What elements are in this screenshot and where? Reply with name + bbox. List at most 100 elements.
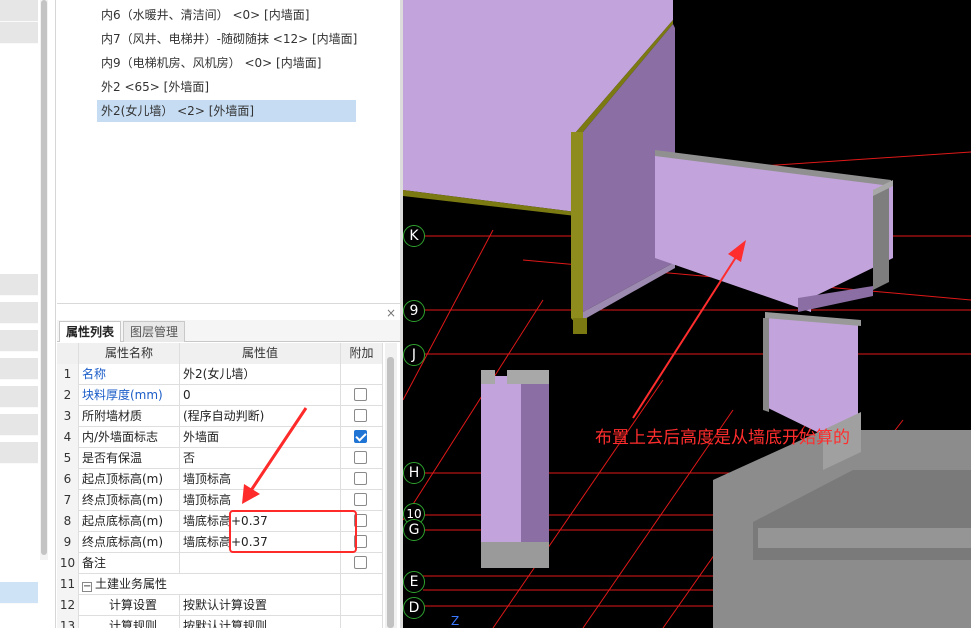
- component-tree: 内6（水暖井、清洁间） <0> [内墙面] 内7（风井、电梯井）-随砌随抹 <1…: [57, 0, 400, 304]
- property-row[interactable]: 1 名称 外2(女儿墙）: [57, 364, 383, 385]
- property-name: 终点底标高(m): [79, 532, 180, 553]
- checkbox[interactable]: [354, 556, 367, 569]
- property-row[interactable]: 13 计算规则 按默认计算规则: [57, 616, 383, 628]
- nav-item[interactable]: [0, 22, 38, 44]
- checkbox[interactable]: [354, 388, 367, 401]
- property-row[interactable]: 7 终点顶标高(m) 墙顶标高: [57, 490, 383, 511]
- tree-item[interactable]: 内7（风井、电梯井）-随砌随抹 <12> [内墙面]: [97, 28, 361, 50]
- property-name: 名称: [79, 364, 180, 385]
- checkbox[interactable]: [354, 535, 367, 548]
- property-row[interactable]: 5 是否有保温否: [57, 448, 383, 469]
- axis-label: J: [403, 344, 425, 366]
- column-base: [481, 542, 549, 568]
- property-scrollbar[interactable]: [385, 343, 397, 628]
- left-scrollbar[interactable]: [40, 0, 48, 560]
- tree-item[interactable]: 内9（电梯机房、风机房） <0> [内墙面]: [97, 52, 325, 74]
- nav-item-selected[interactable]: [0, 582, 38, 604]
- property-value[interactable]: 按默认计算规则: [180, 616, 341, 628]
- checkbox-checked[interactable]: [354, 430, 367, 443]
- property-name: 起点底标高(m): [79, 511, 180, 532]
- scrollbar-thumb[interactable]: [41, 0, 47, 555]
- property-name: 块料厚度(mm): [79, 385, 180, 406]
- property-name: 起点顶标高(m): [79, 469, 180, 490]
- left-nav-strip: [0, 0, 56, 628]
- property-value[interactable]: 墙底标高+0.37: [180, 532, 341, 553]
- tree-item-selected[interactable]: 外2(女儿墙） <2> [外墙面]: [97, 100, 356, 122]
- checkbox[interactable]: [354, 514, 367, 527]
- property-row[interactable]: 6 起点顶标高(m) 墙顶标高: [57, 469, 383, 490]
- 3d-viewport[interactable]: K 9 J H 10 G E D 布置上去后高度是从墙底开始算的 Z: [403, 0, 971, 628]
- property-value[interactable]: 按默认计算设置: [180, 595, 341, 616]
- property-row[interactable]: 8 起点底标高(m) 墙底标高+0.37: [57, 511, 383, 532]
- axis-label: 9: [403, 300, 425, 322]
- axis-label: D: [403, 597, 425, 619]
- property-value[interactable]: 墙底标高+0.37: [180, 511, 341, 532]
- property-name: 内/外墙面标志: [79, 427, 180, 448]
- property-tabs: 属性列表 图层管理: [57, 320, 400, 342]
- extra-cell: [341, 511, 383, 532]
- row-number: 10: [57, 553, 79, 574]
- property-row[interactable]: 10 备注: [57, 553, 383, 574]
- extra-cell: [341, 448, 383, 469]
- nav-item[interactable]: [0, 0, 38, 22]
- extra-cell: [341, 553, 383, 574]
- extra-cell: [341, 595, 383, 616]
- checkbox[interactable]: [354, 409, 367, 422]
- gray-wall-band: [758, 528, 971, 548]
- nav-item[interactable]: [0, 274, 38, 296]
- property-value[interactable]: 外2(女儿墙）: [180, 364, 341, 385]
- property-row[interactable]: 3 所附墙材质 (程序自动判断): [57, 406, 383, 427]
- row-number: 12: [57, 595, 79, 616]
- 3d-scene: [403, 0, 971, 628]
- property-panel-header: ×: [57, 306, 400, 320]
- collapse-icon[interactable]: −: [82, 582, 92, 592]
- property-name: 备注: [79, 553, 180, 574]
- tree-item[interactable]: 外2 <65> [外墙面]: [97, 76, 213, 98]
- panel-annotation-arrow: [242, 407, 308, 504]
- property-row[interactable]: 2 块料厚度(mm) 0: [57, 385, 383, 406]
- row-number: 7: [57, 490, 79, 511]
- tab-layer-manager[interactable]: 图层管理: [123, 321, 186, 342]
- property-name: 是否有保温: [79, 448, 180, 469]
- tree-item[interactable]: 内6（水暖井、清洁间） <0> [内墙面]: [97, 4, 313, 26]
- grid-header: 属性名称 属性值 附加: [57, 343, 383, 364]
- axis-label: E: [403, 571, 425, 593]
- property-value[interactable]: [180, 553, 341, 574]
- property-name: 计算规则: [79, 616, 180, 628]
- checkbox[interactable]: [354, 472, 367, 485]
- property-row[interactable]: 4 内/外墙面标志 外墙面: [57, 427, 383, 448]
- column-top: [481, 370, 549, 384]
- annotation-text: 布置上去后高度是从墙底开始算的: [595, 428, 850, 448]
- scrollbar-thumb[interactable]: [387, 357, 394, 628]
- nav-item[interactable]: [0, 386, 38, 408]
- nav-item[interactable]: [0, 330, 38, 352]
- property-name: 终点顶标高(m): [79, 490, 180, 511]
- wall-olive-edge: [571, 132, 583, 332]
- extra-cell: [341, 490, 383, 511]
- extra-cell: [341, 469, 383, 490]
- property-row[interactable]: 11− 土建业务属性: [57, 574, 383, 595]
- close-icon[interactable]: ×: [386, 306, 396, 320]
- property-grid: 属性名称 属性值 附加 1 名称 外2(女儿墙） 2 块料厚度(mm) 0 3 所附墙材质 (程…: [57, 343, 383, 628]
- extra-cell: [341, 385, 383, 406]
- property-name: 所附墙材质: [79, 406, 180, 427]
- row-number: 1: [57, 364, 79, 385]
- checkbox[interactable]: [354, 451, 367, 464]
- axis-label: G: [403, 519, 425, 541]
- nav-item[interactable]: [0, 414, 38, 436]
- extra-cell: [341, 364, 383, 385]
- col-header-value: 属性值: [180, 343, 341, 364]
- extra-cell: [341, 427, 383, 448]
- wall-edge: [763, 318, 769, 412]
- property-row[interactable]: 9 终点底标高(m) 墙底标高+0.37: [57, 532, 383, 553]
- nav-item[interactable]: [0, 302, 38, 324]
- extra-cell: [341, 616, 383, 628]
- col-header-extra: 附加: [341, 343, 383, 364]
- checkbox[interactable]: [354, 493, 367, 506]
- property-name: − 土建业务属性: [79, 574, 341, 595]
- col-header-no: [57, 343, 79, 364]
- nav-item[interactable]: [0, 442, 38, 464]
- property-row[interactable]: 12 计算设置 按默认计算设置: [57, 595, 383, 616]
- nav-item[interactable]: [0, 358, 38, 380]
- tab-property-list[interactable]: 属性列表: [59, 321, 122, 342]
